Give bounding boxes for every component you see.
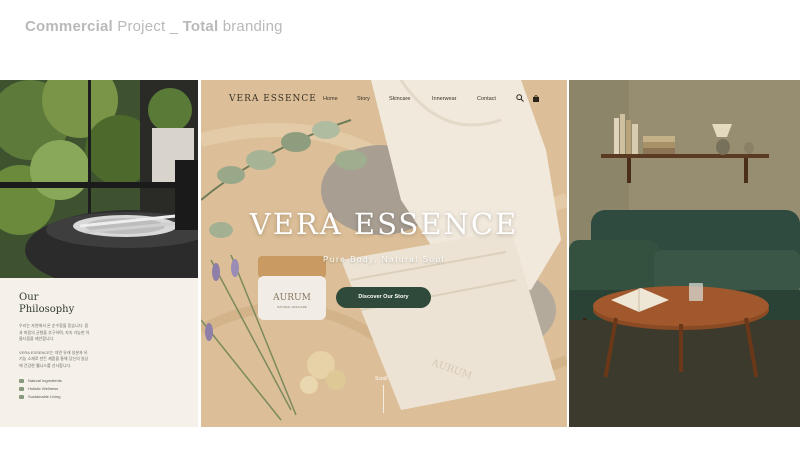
recycle-icon: [19, 395, 24, 399]
hero-title: VERA ESSENCE: [249, 207, 519, 241]
bag-icon[interactable]: [532, 94, 540, 102]
living-room-photo: [569, 80, 800, 427]
philosophy-title: Our Philosophy: [19, 292, 198, 316]
list-item: Natural Ingredients: [19, 377, 198, 385]
search-icon[interactable]: [516, 94, 524, 102]
philosophy-panel: Our Philosophy 우리는 자연에서 온 순수함을 믿습니다. 몸과 …: [0, 278, 198, 427]
jar-sublabel: NATURAL SKINCARE: [277, 305, 307, 309]
nav-story[interactable]: Story: [357, 96, 370, 102]
philosophy-paragraph-1: 우리는 자연에서 온 순수함을 믿습니다. 몸과 마음의 균형을 추구하며, 지…: [19, 323, 90, 341]
value-label: Sustainable Living: [28, 394, 61, 399]
nav-contact[interactable]: Contact: [477, 96, 496, 102]
philosophy-values: Natural Ingredients Holistic Wellness Su…: [19, 377, 198, 401]
value-label: Holistic Wellness: [28, 386, 59, 391]
list-item: Sustainable Living: [19, 393, 198, 401]
jar-label: AURUM: [272, 293, 311, 303]
page-header: Commercial Project _ Total branding: [25, 18, 283, 35]
value-label: Natural Ingredients: [28, 378, 62, 383]
left-column: Our Philosophy 우리는 자연에서 온 순수함을 믿습니다. 몸과 …: [0, 80, 198, 427]
list-item: Holistic Wellness: [19, 385, 198, 393]
header-total: Total: [182, 18, 219, 35]
philosophy-title-line1: Our: [19, 292, 39, 303]
hero-background-photo: AURUM NATURAL SKINCARE AURUM: [201, 80, 567, 427]
hero-section: AURUM NATURAL SKINCARE AURUM VERA ESSENC…: [201, 80, 567, 427]
scroll-indicator[interactable]: Scroll: [375, 376, 388, 382]
header-project: Project _: [112, 18, 183, 35]
philosophy-paragraph-2: VERA ESSENCE는 자연 유래 성분과 유기농 소재로 만든 제품을 통…: [19, 349, 89, 368]
heart-icon: [19, 387, 24, 391]
hero-subtitle: Pure Body, Natural Soul: [322, 255, 446, 264]
hero-navbar: VERA ESSENCE Home Story Skincare Innerwe…: [201, 80, 567, 120]
restaurant-photo: [0, 80, 198, 278]
philosophy-title-line2: Philosophy: [19, 304, 75, 315]
leaf-icon: [19, 379, 24, 383]
nav-skincare[interactable]: Skincare: [389, 96, 410, 102]
scroll-line: [383, 385, 384, 413]
discover-story-button[interactable]: Discover Our Story: [336, 287, 431, 308]
header-branding: branding: [218, 18, 283, 35]
nav-home[interactable]: Home: [323, 96, 338, 102]
nav-logo[interactable]: VERA ESSENCE: [229, 94, 317, 104]
header-commercial: Commercial: [25, 18, 113, 35]
nav-innerwear[interactable]: Innerwear: [432, 96, 456, 102]
